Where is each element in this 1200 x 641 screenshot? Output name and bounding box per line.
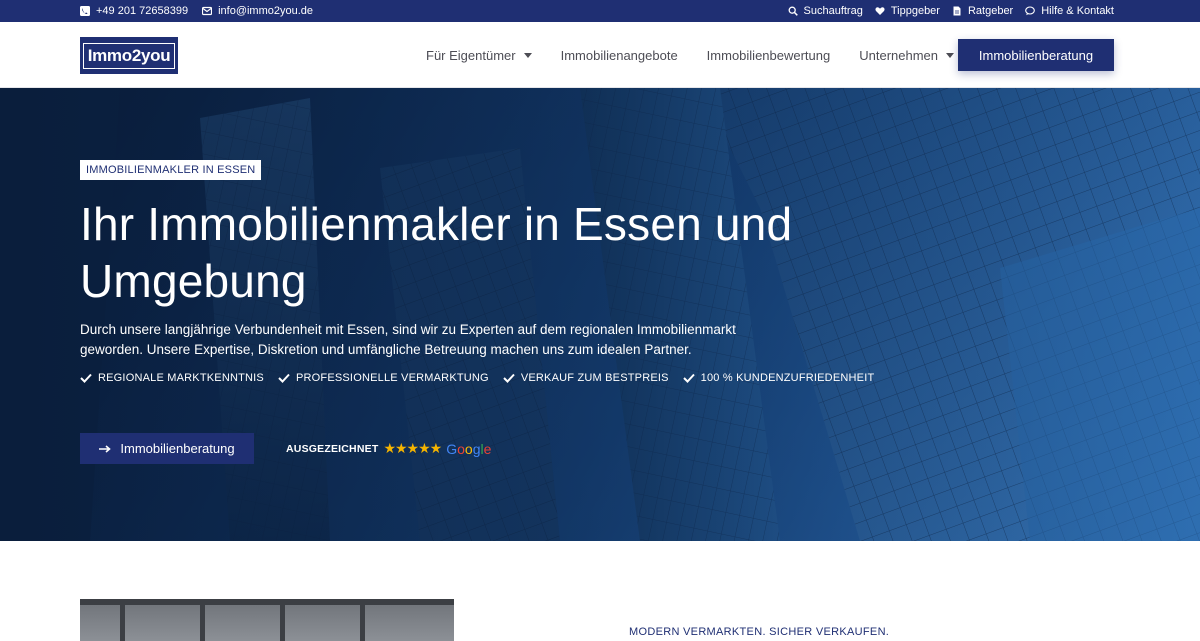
phone-icon: [80, 6, 90, 16]
search-icon: [788, 6, 798, 16]
office-image: [80, 599, 454, 641]
email-icon: [202, 6, 213, 16]
nav-item-unternehmen[interactable]: Unternehmen: [859, 47, 955, 63]
feature-item: VERKAUF ZUM BESTPREIS: [503, 372, 669, 384]
chevron-down-icon: [946, 52, 955, 58]
hero-overlay: [0, 88, 1200, 541]
link-hilfe-kontakt[interactable]: Hilfe & Kontakt: [1025, 5, 1114, 17]
hero-section: IMMOBILIENMAKLER IN ESSEN Ihr Immobilien…: [0, 88, 1200, 541]
feature-label: 100 % KUNDENZUFRIEDENHEIT: [700, 372, 875, 384]
link-label: Tippgeber: [890, 5, 940, 17]
phone-number: +49 201 72658399: [96, 5, 189, 17]
check-icon: [80, 373, 92, 383]
header-cta-button[interactable]: Immobilienberatung: [958, 39, 1114, 71]
feature-item: REGIONALE MARKTKENNTNIS: [80, 372, 264, 384]
contact-info: +49 201 72658399 info@immo2you.de: [80, 0, 313, 22]
section-kicker: MODERN VERMARKTEN. SICHER VERKAUFEN.: [629, 626, 890, 638]
hero-description: Durch unsere langjährige Verbundenheit m…: [80, 322, 736, 357]
arrow-right-icon: [99, 441, 112, 456]
hero-badge: IMMOBILIENMAKLER IN ESSEN: [80, 160, 262, 180]
check-icon: [503, 373, 515, 383]
link-ratgeber[interactable]: Ratgeber: [952, 5, 1013, 17]
feature-item: 100 % KUNDENZUFRIEDENHEIT: [682, 372, 875, 384]
check-icon: [682, 373, 695, 383]
link-label: Suchauftrag: [803, 5, 863, 17]
hero-cta-label: Immobilienberatung: [120, 441, 235, 456]
logo[interactable]: Immo2you: [80, 37, 178, 74]
feature-label: PROFESSIONELLE VERMARKTUNG: [295, 372, 489, 384]
document-icon: [952, 6, 962, 16]
nav-label: Immobilienbewertung: [706, 47, 831, 63]
link-tippgeber[interactable]: Tippgeber: [875, 5, 940, 17]
chat-icon: [1025, 6, 1036, 16]
utility-links: Suchauftrag Tippgeber Ratgeber Hilfe & K…: [788, 0, 1114, 22]
link-label: Ratgeber: [967, 5, 1014, 17]
nav-label: Für Eigentümer: [426, 47, 516, 63]
email-link[interactable]: info@immo2you.de: [202, 5, 313, 17]
link-label: Hilfe & Kontakt: [1041, 5, 1114, 17]
heart-icon: [875, 6, 885, 16]
phone-link[interactable]: +49 201 72658399: [80, 5, 188, 17]
site-header: Immo2you Für Eigentümer Immobilienangebo…: [0, 22, 1200, 88]
email-address: info@immo2you.de: [218, 5, 314, 17]
main-nav: Für Eigentümer Immobilienangebote Immobi…: [426, 22, 955, 88]
google-rating[interactable]: AUSGEZEICHNET ★★★★★ Google: [286, 440, 491, 457]
check-icon: [278, 373, 290, 383]
google-logo: Google: [446, 440, 492, 457]
hero-title: Ihr Immobilienmakler in Essen und Umgebu…: [80, 196, 840, 310]
feature-item: PROFESSIONELLE VERMARKTUNG: [278, 372, 489, 384]
award-label: AUSGEZEICHNET: [286, 442, 379, 455]
feature-list: REGIONALE MARKTKENNTNIS PROFESSIONELLE V…: [80, 372, 874, 384]
nav-label: Immobilienangebote: [560, 47, 678, 63]
logo-text: Immo2you: [82, 42, 176, 69]
top-bar: +49 201 72658399 info@immo2you.de Suchau…: [0, 0, 1200, 22]
hero-title-line1: Ihr Immobilienmakler in Essen und: [80, 198, 793, 250]
nav-item-immobilienangebote[interactable]: Immobilienangebote: [561, 48, 678, 63]
chevron-down-icon: [523, 52, 532, 58]
nav-item-fuer-eigentuemer[interactable]: Für Eigentümer: [426, 48, 532, 63]
nav-label: Unternehmen: [859, 47, 939, 63]
hero-title-line2: Umgebung: [80, 255, 307, 307]
feature-label: VERKAUF ZUM BESTPREIS: [520, 372, 669, 384]
nav-item-immobilienbewertung[interactable]: Immobilienbewertung: [707, 48, 831, 63]
rating-stars: ★★★★★: [383, 440, 442, 456]
feature-label: REGIONALE MARKTKENNTNIS: [98, 372, 264, 384]
hero-cta-button[interactable]: Immobilienberatung: [80, 433, 254, 464]
link-suchauftrag[interactable]: Suchauftrag: [788, 5, 863, 17]
